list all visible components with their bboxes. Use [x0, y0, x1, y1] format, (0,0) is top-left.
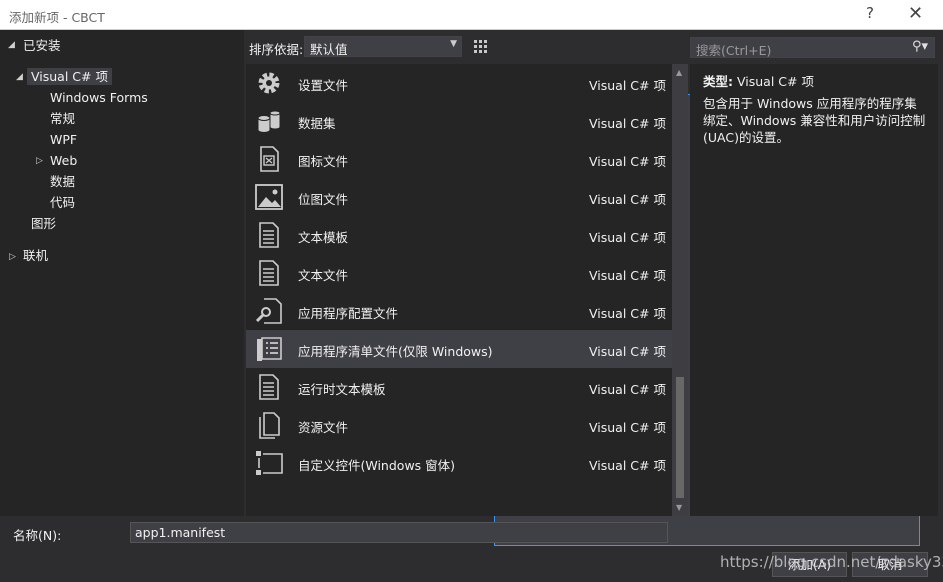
- title-bar: 添加新项 - CBCT ? ✕: [0, 0, 943, 30]
- item-name: 应用程序清单文件(仅限 Windows): [298, 344, 493, 359]
- search-placeholder: 搜索(Ctrl+E): [696, 43, 772, 58]
- sort-dropdown[interactable]: 默认值 ▼: [304, 36, 462, 57]
- item-type: Visual C# 项: [589, 268, 666, 283]
- image-icon: [255, 184, 283, 210]
- grid-view-icon: [474, 40, 487, 53]
- item-name: 设置文件: [298, 78, 349, 93]
- help-button[interactable]: ?: [866, 4, 874, 22]
- name-label: 名称(N):: [13, 528, 62, 543]
- list-item[interactable]: 数据集 Visual C# 项: [246, 102, 672, 140]
- list-item-selected[interactable]: 应用程序清单文件(仅限 Windows) Visual C# 项: [246, 330, 672, 368]
- search-icon[interactable]: ⚲▾: [912, 39, 928, 54]
- list-item[interactable]: 图标文件 Visual C# 项: [246, 140, 672, 178]
- runtime-template-icon: [259, 374, 279, 400]
- item-name: 文本文件: [298, 268, 349, 283]
- item-type: Visual C# 项: [589, 458, 666, 473]
- item-type: Visual C# 项: [589, 116, 666, 131]
- sort-label: 排序依据:: [249, 42, 304, 57]
- item-type: Visual C# 项: [589, 420, 666, 435]
- text-file-icon: [259, 260, 279, 286]
- tree-node-installed[interactable]: ◢ 已安装: [0, 36, 244, 56]
- list-item[interactable]: 位图文件 Visual C# 项: [246, 178, 672, 216]
- icon-file-icon: [260, 146, 279, 172]
- list-scrollbar[interactable]: ▲ ▼: [672, 64, 688, 516]
- item-type: Visual C# 项: [589, 306, 666, 321]
- tree-item-visual-csharp[interactable]: Visual C# 项: [27, 67, 112, 87]
- item-name: 位图文件: [298, 192, 349, 207]
- tree-label-installed: 已安装: [23, 38, 61, 53]
- tree-item-wpf[interactable]: WPF: [50, 130, 77, 150]
- expand-triangle-icon[interactable]: ▷: [9, 252, 16, 262]
- item-type: Visual C# 项: [589, 382, 666, 397]
- list-item[interactable]: 设置文件 Visual C# 项: [246, 64, 672, 102]
- window-title: 添加新项 - CBCT: [9, 10, 105, 25]
- scroll-up-icon[interactable]: ▲: [676, 68, 682, 77]
- description-panel: 类型: Visual C# 项 包含用于 Windows 应用程序的程序集绑定、…: [690, 64, 938, 516]
- tree-item-label: Visual C# 项: [27, 68, 112, 85]
- tree-item-data[interactable]: 数据: [50, 172, 75, 192]
- manifest-icon: [257, 337, 282, 361]
- tree-item-windows-forms[interactable]: Windows Forms: [50, 88, 148, 108]
- config-file-icon: [255, 298, 282, 324]
- tree-item-graphics[interactable]: 图形: [31, 214, 56, 234]
- item-description: 包含用于 Windows 应用程序的程序集绑定、Windows 兼容性和用户访问…: [703, 96, 926, 145]
- sort-value: 默认值: [310, 42, 348, 57]
- item-name: 数据集: [298, 116, 336, 131]
- type-label: 类型:: [703, 74, 733, 89]
- item-name: 资源文件: [298, 420, 349, 435]
- item-type: Visual C# 项: [589, 230, 666, 245]
- collapse-triangle-icon[interactable]: ◢: [8, 40, 15, 50]
- search-input[interactable]: 搜索(Ctrl+E) ⚲▾: [690, 37, 935, 58]
- expand-triangle-icon[interactable]: ▷: [36, 156, 43, 166]
- close-button[interactable]: ✕: [908, 3, 923, 24]
- custom-control-icon: [256, 451, 283, 475]
- collapse-triangle-icon[interactable]: ◢: [16, 72, 23, 82]
- tree-item-general[interactable]: 常规: [50, 109, 75, 129]
- text-template-icon: [259, 222, 279, 248]
- watermark: https://blog.csdn.net/zdasky33: [720, 553, 943, 571]
- resource-file-icon: [259, 412, 280, 439]
- list-item[interactable]: 文本文件 Visual C# 项: [246, 254, 672, 292]
- type-value: Visual C# 项: [736, 74, 814, 89]
- item-type: Visual C# 项: [589, 192, 666, 207]
- item-type: Visual C# 项: [589, 344, 666, 359]
- category-tree: ◢ 已安装 ◢ Visual C# 项 Windows Forms 常规 WPF…: [0, 30, 244, 516]
- tree-node-online[interactable]: 联机: [23, 246, 48, 266]
- list-item[interactable]: 运行时文本模板 Visual C# 项: [246, 368, 672, 406]
- item-type-line: 类型: Visual C# 项: [703, 71, 814, 90]
- list-item[interactable]: 资源文件 Visual C# 项: [246, 406, 672, 444]
- item-type: Visual C# 项: [589, 78, 666, 93]
- item-type: Visual C# 项: [589, 154, 666, 169]
- item-name: 文本模板: [298, 230, 349, 245]
- name-field[interactable]: app1.manifest: [130, 522, 668, 543]
- item-name: 应用程序配置文件: [298, 306, 399, 321]
- scroll-down-icon[interactable]: ▼: [676, 503, 682, 512]
- item-name: 图标文件: [298, 154, 349, 169]
- template-list: 设置文件 Visual C# 项 数据集 Visual C# 项 图标文件 Vi…: [246, 64, 672, 516]
- tree-item-code[interactable]: 代码: [50, 193, 75, 213]
- database-icon: [257, 110, 281, 133]
- list-item[interactable]: 自定义控件(Windows 窗体) Visual C# 项: [246, 444, 672, 482]
- list-item[interactable]: 文本模板 Visual C# 项: [246, 216, 672, 254]
- scrollbar-thumb[interactable]: [676, 377, 684, 498]
- item-name: 自定义控件(Windows 窗体): [298, 458, 456, 473]
- list-toolbar: 排序依据: 默认值 ▼: [244, 30, 920, 546]
- item-name: 运行时文本模板: [298, 382, 386, 397]
- list-item[interactable]: 应用程序配置文件 Visual C# 项: [246, 292, 672, 330]
- gear-icon: [258, 72, 280, 94]
- tree-item-web[interactable]: Web: [50, 151, 77, 171]
- small-icons-view-button[interactable]: [470, 36, 491, 57]
- chevron-down-icon: ▼: [450, 39, 457, 49]
